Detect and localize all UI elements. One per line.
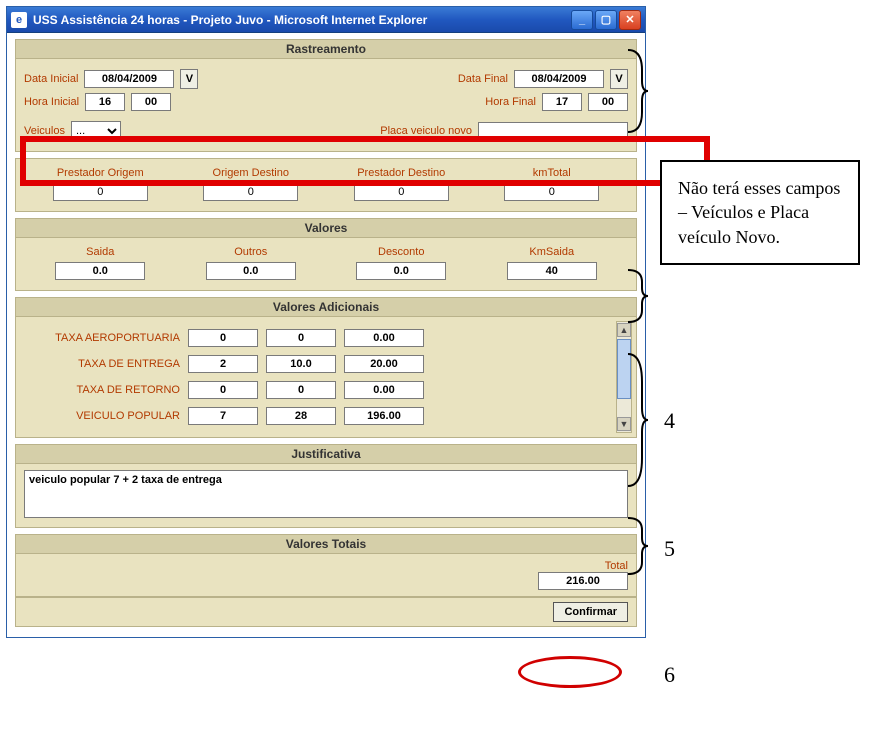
section-adicionais: TAXA AEROPORTUARIA TAXA DE ENTREGA TAXA … [15,317,637,438]
input-hora-final-m[interactable] [588,93,628,111]
scroll-up-icon[interactable]: ▲ [617,323,631,337]
input-saida[interactable] [55,262,145,280]
adc-total[interactable] [344,329,424,347]
adc-qty[interactable] [188,355,258,373]
adc-label: TAXA DE RETORNO [20,384,180,396]
input-prestador-destino[interactable] [354,183,449,201]
app-window: e USS Assistência 24 horas - Projeto Juv… [6,6,646,638]
col-kmsaida: KmSaida [478,246,627,258]
input-outros[interactable] [206,262,296,280]
input-hora-inicial-m[interactable] [131,93,171,111]
app-icon: e [11,12,27,28]
annotation-number-4: 4 [664,408,675,434]
section-confirm: Confirmar [15,597,637,627]
adicionais-row: TAXA AEROPORTUARIA [20,329,616,347]
section-rastreamento: Data Inicial V Data Final V Hora Inicial… [15,59,637,152]
col-prestador-destino: Prestador Destino [327,167,476,179]
input-data-inicial[interactable] [84,70,174,88]
input-hora-final-h[interactable] [542,93,582,111]
content-area: Rastreamento Data Inicial V Data Final V… [7,33,645,637]
input-data-final[interactable] [514,70,604,88]
input-kmsaida[interactable] [507,262,597,280]
input-prestador-origem[interactable] [53,183,148,201]
scroll-thumb[interactable] [617,339,631,399]
adicionais-row: TAXA DE ENTREGA [20,355,616,373]
input-total[interactable] [538,572,628,590]
section-totais: Total [15,554,637,597]
section-header-justificativa: Justificativa [15,444,637,464]
label-hora-final: Hora Final [485,96,536,108]
titlebar: e USS Assistência 24 horas - Projeto Juv… [7,7,645,33]
col-prestador-origem: Prestador Origem [26,167,175,179]
input-placa[interactable] [478,122,628,140]
adc-rate[interactable] [266,407,336,425]
section-header-totais: Valores Totais [15,534,637,554]
adc-total[interactable] [344,355,424,373]
maximize-button[interactable]: ▢ [595,10,617,30]
adicionais-row: VEICULO POPULAR [20,407,616,425]
label-placa: Placa veiculo novo [380,125,472,137]
close-button[interactable]: ✕ [619,10,641,30]
input-origem-destino[interactable] [203,183,298,201]
adicionais-list: TAXA AEROPORTUARIA TAXA DE ENTREGA TAXA … [20,321,616,433]
annotation-number-6: 6 [664,662,675,688]
section-km: Prestador Origem Origem Destino Prestado… [15,158,637,212]
adc-label: TAXA DE ENTREGA [20,358,180,370]
label-hora-inicial: Hora Inicial [24,96,79,108]
highlight-ellipse-confirm [518,656,622,688]
minimize-button[interactable]: _ [571,10,593,30]
scroll-down-icon[interactable]: ▼ [617,417,631,431]
annotation-text: Não terá esses campos – Veículos e Placa… [678,178,840,247]
section-valores: Saida Outros Desconto KmSaida [15,238,637,291]
section-justificativa [15,464,637,528]
adc-qty[interactable] [188,407,258,425]
calendar-button-inicial[interactable]: V [180,69,198,89]
input-km-total[interactable] [504,183,599,201]
input-desconto[interactable] [356,262,446,280]
annotation-callout: Não terá esses campos – Veículos e Placa… [660,160,860,265]
calendar-button-final[interactable]: V [610,69,628,89]
col-saida: Saida [26,246,175,258]
adc-qty[interactable] [188,381,258,399]
label-data-final: Data Final [458,73,508,85]
label-total: Total [24,560,628,572]
label-data-inicial: Data Inicial [24,73,78,85]
textarea-justificativa[interactable] [24,470,628,518]
confirm-button[interactable]: Confirmar [553,602,628,622]
annotation-number-5: 5 [664,536,675,562]
col-km-total: kmTotal [478,167,627,179]
col-outros: Outros [177,246,326,258]
label-veiculos: Veiculos [24,125,65,137]
section-header-adicionais: Valores Adicionais [15,297,637,317]
adc-rate[interactable] [266,329,336,347]
adc-total[interactable] [344,381,424,399]
adc-label: VEICULO POPULAR [20,410,180,422]
adicionais-row: TAXA DE RETORNO [20,381,616,399]
adc-rate[interactable] [266,355,336,373]
adicionais-scrollbar[interactable]: ▲ ▼ [616,321,632,433]
col-origem-destino: Origem Destino [177,167,326,179]
adc-label: TAXA AEROPORTUARIA [20,332,180,344]
col-desconto: Desconto [327,246,476,258]
select-veiculos[interactable]: ... [71,121,121,141]
input-hora-inicial-h[interactable] [85,93,125,111]
section-header-valores: Valores [15,218,637,238]
window-title: USS Assistência 24 horas - Projeto Juvo … [33,13,427,27]
adc-total[interactable] [344,407,424,425]
adc-rate[interactable] [266,381,336,399]
adc-qty[interactable] [188,329,258,347]
section-header-rastreamento: Rastreamento [15,39,637,59]
